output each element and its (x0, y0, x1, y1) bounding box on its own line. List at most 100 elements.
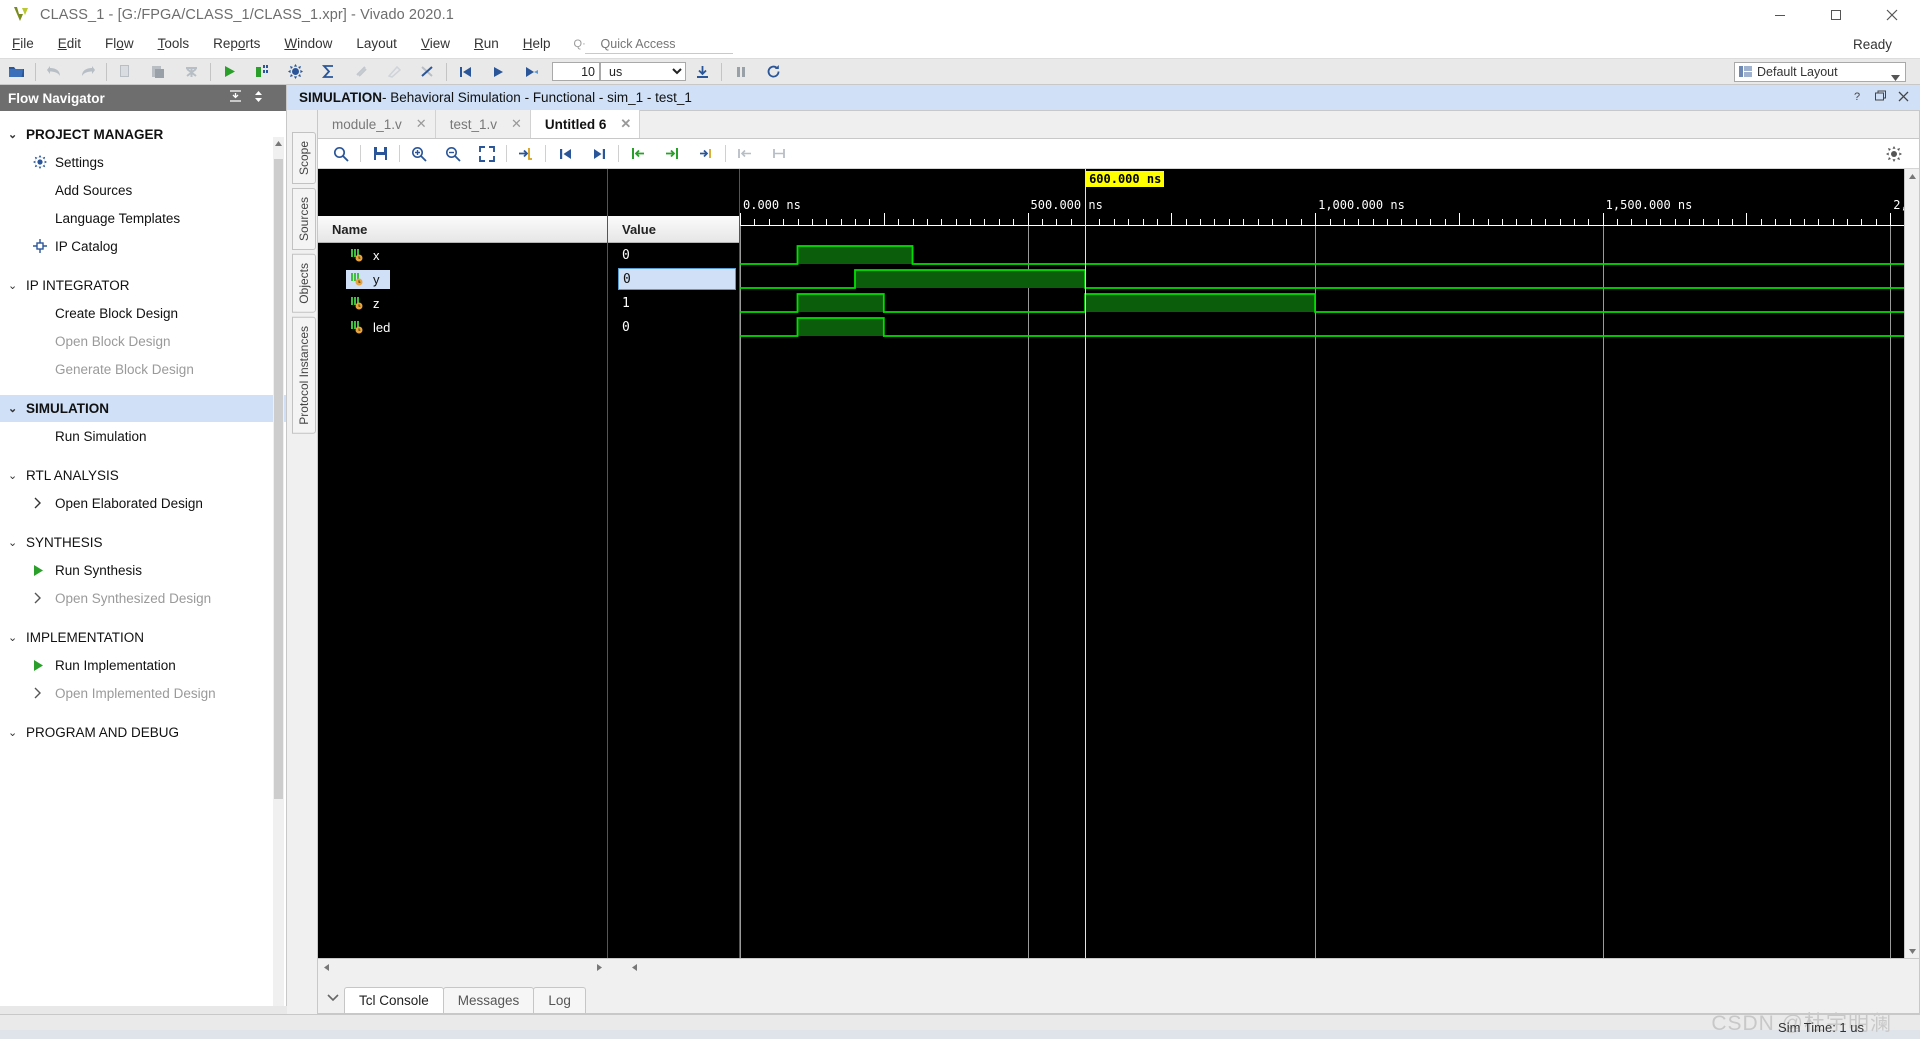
sidebar-scroll-thumb[interactable] (274, 159, 283, 799)
console-tab-tcl-console[interactable]: Tcl Console (344, 987, 444, 1013)
sidebar-scrollbar[interactable] (273, 137, 284, 1014)
sidebar-item-create-block-design[interactable]: Create Block Design (0, 299, 286, 327)
eraser-icon[interactable] (378, 59, 411, 85)
sidebar-item-run-implementation[interactable]: Run Implementation (0, 651, 286, 679)
next-transition-icon[interactable] (762, 141, 796, 167)
go-to-start-icon[interactable] (449, 59, 482, 85)
waveform-canvas[interactable]: 0.000 ns 500.000 ns 1,000.000 ns 1,500.000 … (740, 169, 1919, 958)
sidebar-section-simulation[interactable]: ⌄ SIMULATION (0, 395, 286, 422)
cancel-icon[interactable] (175, 59, 208, 85)
vtab-protocol-instances[interactable]: Protocol Instances (292, 316, 316, 434)
signal-row-led[interactable]: led (318, 315, 607, 339)
scroll-left-arrow-icon[interactable] (318, 960, 335, 975)
quick-access-input[interactable] (584, 34, 733, 54)
menu-layout[interactable]: Layout (344, 30, 409, 58)
add-group-icon[interactable] (689, 141, 723, 167)
vtab-scope[interactable]: Scope (292, 132, 316, 185)
run-all-icon[interactable] (482, 59, 515, 85)
go-to-end-icon[interactable] (582, 141, 616, 167)
layout-selector[interactable]: Default Layout (1734, 61, 1906, 82)
console-tab-log[interactable]: Log (533, 987, 586, 1013)
tab-untitled-6[interactable]: Untitled 6 ✕ (530, 110, 641, 138)
sidebar-section-synthesis[interactable]: ⌄ SYNTHESIS (0, 529, 286, 556)
help-icon[interactable]: ? (1851, 90, 1864, 106)
settings-icon[interactable] (279, 59, 312, 85)
report-icon[interactable] (246, 59, 279, 85)
waveform-settings-gear-icon[interactable] (1877, 141, 1911, 167)
close-button[interactable] (1864, 0, 1920, 30)
chevron-down-icon[interactable] (322, 983, 344, 1013)
signal-row-x[interactable]: x (318, 243, 607, 267)
scroll-up-arrow-icon[interactable] (1905, 169, 1920, 183)
sidebar-horizontal-scrollbar[interactable] (0, 1006, 287, 1014)
sidebar-section-implementation[interactable]: ⌄ IMPLEMENTATION (0, 624, 286, 651)
pause-icon[interactable] (724, 59, 757, 85)
tab-test-1-v[interactable]: test_1.v ✕ (435, 110, 531, 138)
close-icon[interactable]: ✕ (511, 116, 522, 132)
zoom-out-icon[interactable] (436, 141, 470, 167)
close-icon[interactable]: ✕ (620, 116, 631, 132)
sidebar-item-open-implemented-design[interactable]: Open Implemented Design (0, 679, 286, 707)
undo-icon[interactable] (38, 59, 71, 85)
sidebar-section-project-manager[interactable]: ⌄ PROJECT MANAGER (0, 121, 286, 148)
scroll-up-arrow-icon[interactable] (273, 137, 284, 149)
sidebar-item-ip-catalog[interactable]: IP Catalog (0, 232, 286, 260)
menu-tools[interactable]: Tools (146, 30, 202, 58)
add-marker-right-icon[interactable] (655, 141, 689, 167)
restore-icon[interactable] (1874, 90, 1887, 106)
run-time-input[interactable] (552, 62, 600, 81)
signal-row-y[interactable]: y (318, 267, 607, 291)
vtab-objects[interactable]: Objects (292, 254, 316, 313)
close-icon[interactable] (1897, 90, 1910, 106)
menu-view[interactable]: View (409, 30, 462, 58)
save-icon[interactable] (363, 141, 397, 167)
menu-file[interactable]: File (0, 30, 46, 58)
waveform-marker-line[interactable] (1085, 169, 1087, 958)
redo-icon[interactable] (71, 59, 104, 85)
sort-icon[interactable] (253, 90, 264, 106)
minimize-button[interactable] (1752, 0, 1808, 30)
menu-edit[interactable]: Edit (46, 30, 93, 58)
menu-reports[interactable]: Reports (201, 30, 272, 58)
sidebar-section-program-and-debug[interactable]: ⌄ PROGRAM AND DEBUG (0, 719, 286, 746)
sidebar-section-rtl-analysis[interactable]: ⌄ RTL ANALYSIS (0, 462, 286, 489)
open-project-icon[interactable] (0, 59, 33, 85)
scroll-right-arrow-icon[interactable] (591, 960, 608, 975)
prev-transition-icon[interactable] (728, 141, 762, 167)
sidebar-item-open-synthesized-design[interactable]: Open Synthesized Design (0, 584, 286, 612)
wave-scroll-left-arrow-icon[interactable] (626, 960, 643, 975)
run-step-icon[interactable] (515, 59, 548, 85)
download-icon[interactable] (686, 59, 719, 85)
cross-tool-icon[interactable] (411, 59, 444, 85)
menu-window[interactable]: Window (272, 30, 344, 58)
sidebar-item-open-elaborated-design[interactable]: Open Elaborated Design (0, 489, 286, 517)
menu-run[interactable]: Run (462, 30, 511, 58)
maximize-button[interactable] (1808, 0, 1864, 30)
zoom-fit-icon[interactable] (470, 141, 504, 167)
scroll-down-arrow-icon[interactable] (1905, 944, 1920, 958)
run-time-unit-select[interactable]: us (600, 62, 686, 81)
sidebar-item-open-block-design[interactable]: Open Block Design (0, 327, 286, 355)
sidebar-item-generate-block-design[interactable]: Generate Block Design (0, 355, 286, 383)
sidebar-section-ip-integrator[interactable]: ⌄ IP INTEGRATOR (0, 272, 286, 299)
sidebar-item-run-synthesis[interactable]: Run Synthesis (0, 556, 286, 584)
paste-icon[interactable] (142, 59, 175, 85)
sidebar-item-language-templates[interactable]: Language Templates (0, 204, 286, 232)
menu-flow[interactable]: Flow (93, 30, 146, 58)
run-icon[interactable] (213, 59, 246, 85)
menu-help[interactable]: Help (511, 30, 563, 58)
sum-icon[interactable] (312, 59, 345, 85)
close-icon[interactable]: ✕ (416, 116, 427, 132)
go-to-start-icon[interactable] (548, 141, 582, 167)
search-icon[interactable] (324, 141, 358, 167)
copy-icon[interactable] (109, 59, 142, 85)
signal-row-z[interactable]: z (318, 291, 607, 315)
add-marker-left-icon[interactable] (621, 141, 655, 167)
waveform-horizontal-scrollbars[interactable] (318, 958, 1919, 975)
sidebar-item-run-simulation[interactable]: Run Simulation (0, 422, 286, 450)
tab-module-1-v[interactable]: module_1.v ✕ (318, 110, 436, 138)
strikethrough-icon[interactable] (345, 59, 378, 85)
vtab-sources[interactable]: Sources (292, 188, 316, 251)
console-tab-messages[interactable]: Messages (442, 987, 535, 1013)
collapse-all-icon[interactable] (229, 90, 242, 106)
